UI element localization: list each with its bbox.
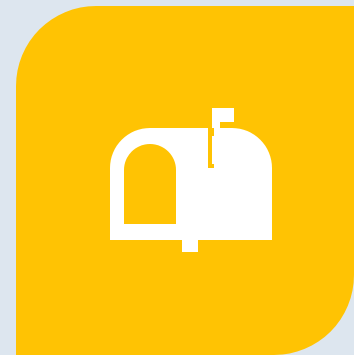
mailbox-icon (108, 108, 272, 256)
app-tile[interactable] (16, 6, 354, 355)
